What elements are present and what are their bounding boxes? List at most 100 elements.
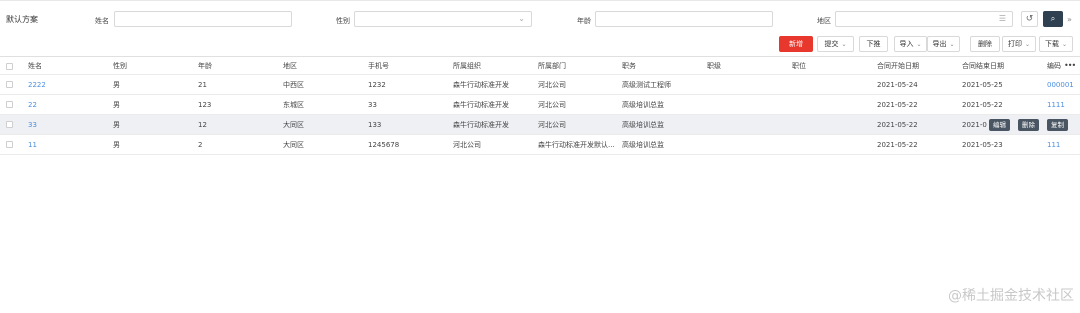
col-header-org[interactable]: 所属组织 <box>453 57 481 74</box>
name-link[interactable]: 33 <box>28 115 37 134</box>
table-row[interactable]: 11 男 2 大同区 1245678 河北公司 森牛行动标准开发默认... 高级… <box>0 135 1080 155</box>
col-header-position[interactable]: 职位 <box>792 57 806 74</box>
import-label: 导入 <box>899 40 914 48</box>
chevron-down-icon: ⌄ <box>518 14 525 23</box>
name-input[interactable] <box>114 11 292 27</box>
table-row[interactable]: 22 男 123 东城区 33 森牛行动标准开发 河北公司 高级培训总监 202… <box>0 95 1080 115</box>
dept-cell: 河北公司 <box>538 120 566 129</box>
contract-end-cell: 2021-05-22 <box>962 100 1003 109</box>
toolbar: 新增 提交 ⌄ 下推 导入 ⌄ 导出 ⌄ 删除 打印 ⌄ 下载 ⌄ <box>0 36 1080 52</box>
contract-end-cell: 2021-05-25 <box>962 80 1003 89</box>
dept-cell: 河北公司 <box>538 100 566 109</box>
district-cell: 大同区 <box>283 140 304 149</box>
col-header-phone[interactable]: 手机号 <box>368 57 389 74</box>
col-header-contract-end[interactable]: 合同结束日期 <box>962 57 1004 74</box>
export-label: 导出 <box>932 40 947 48</box>
submit-button[interactable]: 提交 ⌄ <box>817 36 854 52</box>
list-icon: ☰ <box>998 14 1006 23</box>
code-link[interactable]: 1111 <box>1047 95 1065 114</box>
row-edit-button[interactable]: 编辑 <box>989 119 1010 131</box>
duty-cell: 高级培训总监 <box>622 140 664 149</box>
col-header-age[interactable]: 年龄 <box>198 57 212 74</box>
district-select[interactable]: ☰ <box>835 11 1013 27</box>
org-cell: 森牛行动标准开发 <box>453 120 509 129</box>
export-button[interactable]: 导出 ⌄ <box>927 36 960 52</box>
data-table: 姓名 性别 年龄 地区 手机号 所属组织 所属部门 职务 职级 职位 合同开始日… <box>0 56 1080 155</box>
chevron-down-icon: ⌄ <box>1024 41 1031 48</box>
row-checkbox[interactable] <box>6 141 13 148</box>
age-cell: 2 <box>198 140 203 149</box>
top-divider <box>0 0 1080 1</box>
dept-cell: 森牛行动标准开发默认... <box>538 140 615 149</box>
table-row-hovered[interactable]: 33 男 12 大同区 133 森牛行动标准开发 河北公司 高级培训总监 202… <box>0 115 1080 135</box>
reset-icon: ↺ <box>1025 14 1034 24</box>
age-label: 年龄 <box>577 17 591 25</box>
col-header-dept[interactable]: 所属部门 <box>538 57 566 74</box>
row-checkbox[interactable] <box>6 121 13 128</box>
name-link[interactable]: 2222 <box>28 75 46 94</box>
gender-cell: 男 <box>113 120 120 129</box>
district-cell: 东城区 <box>283 100 304 109</box>
phone-cell: 133 <box>368 120 382 129</box>
download-button[interactable]: 下载 ⌄ <box>1039 36 1073 52</box>
gender-select[interactable]: ⌄ <box>354 11 532 27</box>
row-copy-button[interactable]: 复制 <box>1047 119 1068 131</box>
age-cell: 123 <box>198 100 212 109</box>
col-header-contract-start[interactable]: 合同开始日期 <box>877 57 919 74</box>
code-link[interactable]: 000001 <box>1047 75 1074 94</box>
table-header: 姓名 性别 年龄 地区 手机号 所属组织 所属部门 职务 职级 职位 合同开始日… <box>0 56 1080 75</box>
delete-button[interactable]: 删除 <box>970 36 1000 52</box>
phone-cell: 1232 <box>368 80 386 89</box>
age-cell: 12 <box>198 120 207 129</box>
col-header-duty[interactable]: 职务 <box>622 57 636 74</box>
district-cell: 中西区 <box>283 80 304 89</box>
select-all-checkbox[interactable] <box>6 63 13 70</box>
code-link[interactable]: 111 <box>1047 135 1060 154</box>
chevron-down-icon: ⌄ <box>841 41 847 48</box>
new-button-label: 新增 <box>789 40 803 48</box>
filter-bar: 默认方案 姓名 性别 ⌄ 年龄 地区 ☰ ↺ ⌕ » <box>0 8 1080 30</box>
print-label: 打印 <box>1007 40 1022 48</box>
col-header-rank[interactable]: 职级 <box>707 57 721 74</box>
district-label: 地区 <box>817 17 831 25</box>
new-button[interactable]: 新增 <box>779 36 813 52</box>
contract-end-cell: 2021-05-23 <box>962 140 1003 149</box>
submit-button-label: 提交 <box>824 40 839 48</box>
row-delete-button[interactable]: 删除 <box>1018 119 1039 131</box>
name-link[interactable]: 11 <box>28 135 37 154</box>
table-row[interactable]: 2222 男 21 中西区 1232 森牛行动标准开发 河北公司 高级测试工程师… <box>0 75 1080 95</box>
district-cell: 大同区 <box>283 120 304 129</box>
contract-start-cell: 2021-05-22 <box>877 100 918 109</box>
duty-cell: 高级测试工程师 <box>622 80 671 89</box>
push-down-button[interactable]: 下推 <box>859 36 888 52</box>
age-cell: 21 <box>198 80 207 89</box>
print-button[interactable]: 打印 ⌄ <box>1002 36 1036 52</box>
age-input[interactable] <box>595 11 773 27</box>
row-checkbox[interactable] <box>6 101 13 108</box>
push-down-label: 下推 <box>866 40 881 48</box>
phone-cell: 1245678 <box>368 140 400 149</box>
name-link[interactable]: 22 <box>28 95 37 114</box>
delete-label: 删除 <box>978 40 992 48</box>
chevron-down-icon: ⌄ <box>1061 41 1068 48</box>
download-label: 下载 <box>1044 40 1059 48</box>
gender-cell: 男 <box>113 80 120 89</box>
col-header-name[interactable]: 姓名 <box>28 57 42 74</box>
reset-button[interactable]: ↺ <box>1021 11 1038 27</box>
row-checkbox[interactable] <box>6 81 13 88</box>
import-button[interactable]: 导入 ⌄ <box>894 36 927 52</box>
col-header-district[interactable]: 地区 <box>283 57 297 74</box>
expand-icon[interactable]: » <box>1067 15 1072 24</box>
search-button[interactable]: ⌕ <box>1043 11 1063 27</box>
chevron-down-icon: ⌄ <box>916 41 922 48</box>
col-header-gender[interactable]: 性别 <box>113 57 127 74</box>
org-cell: 河北公司 <box>453 140 481 149</box>
org-cell: 森牛行动标准开发 <box>453 100 509 109</box>
col-header-code[interactable]: 编码 <box>1047 57 1061 74</box>
phone-cell: 33 <box>368 100 377 109</box>
gender-cell: 男 <box>113 100 120 109</box>
watermark: @稀土掘金技术社区 <box>948 288 1074 304</box>
dept-cell: 河北公司 <box>538 80 566 89</box>
scheme-selector[interactable]: 默认方案 <box>6 14 38 25</box>
more-icon[interactable]: ••• <box>1064 57 1076 74</box>
